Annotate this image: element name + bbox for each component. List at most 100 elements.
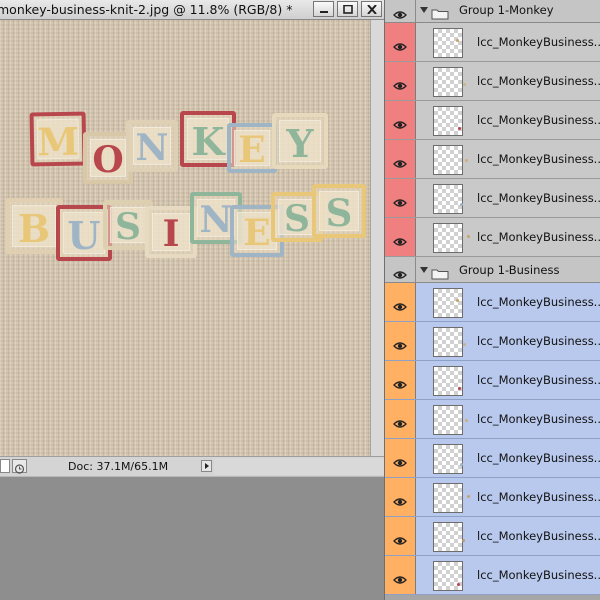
eye-icon bbox=[393, 492, 407, 511]
document-title-bar[interactable]: monkey-business-knit-2.jpg @ 11.8% (RGB/… bbox=[0, 0, 384, 20]
document-title: monkey-business-knit-2.jpg @ 11.8% (RGB/… bbox=[0, 2, 293, 17]
eye-icon bbox=[393, 115, 407, 134]
layer-thumbnail[interactable] bbox=[433, 145, 468, 175]
layer-row[interactable]: lcc_MonkeyBusiness... bbox=[385, 361, 600, 400]
visibility-toggle[interactable] bbox=[385, 23, 416, 61]
eye-icon bbox=[393, 232, 407, 251]
layer-row[interactable]: lcc_MonkeyBusiness... bbox=[385, 179, 600, 218]
layer-name: lcc_MonkeyBusiness... bbox=[477, 529, 600, 543]
layer-thumbnail[interactable] bbox=[433, 444, 463, 474]
layer-row[interactable]: lcc_MonkeyBusiness... bbox=[385, 218, 600, 257]
letter-block: S bbox=[312, 184, 366, 238]
eye-icon bbox=[393, 193, 407, 212]
eye-icon bbox=[393, 570, 407, 589]
layer-name: lcc_MonkeyBusiness... bbox=[477, 568, 600, 582]
layer-row[interactable]: lcc_MonkeyBusiness... bbox=[385, 556, 600, 595]
visibility-toggle[interactable] bbox=[385, 322, 416, 360]
expand-triangle-icon[interactable] bbox=[420, 267, 428, 273]
document-size-info: Doc: 37.1M/65.1M bbox=[68, 460, 169, 473]
image-canvas[interactable]: M O N K E Y B U S I N E S S bbox=[0, 20, 370, 456]
visibility-toggle[interactable] bbox=[385, 179, 416, 217]
eye-icon bbox=[393, 76, 407, 95]
layer-thumbnail[interactable] bbox=[433, 366, 463, 396]
layer-row[interactable]: lcc_MonkeyBusiness... bbox=[385, 140, 600, 179]
layer-thumbnail[interactable] bbox=[433, 405, 468, 435]
layer-thumbnail[interactable] bbox=[433, 28, 463, 58]
status-menu-arrow[interactable] bbox=[201, 460, 212, 472]
layer-thumbnail[interactable] bbox=[433, 483, 470, 513]
visibility-toggle[interactable] bbox=[385, 0, 416, 22]
layer-thumbnail[interactable] bbox=[433, 223, 470, 253]
layer-row[interactable]: lcc_MonkeyBusiness... bbox=[385, 62, 600, 101]
layer-name: lcc_MonkeyBusiness... bbox=[477, 334, 600, 348]
layer-thumbnail[interactable] bbox=[433, 106, 463, 136]
layer-name: lcc_MonkeyBusiness... bbox=[477, 230, 600, 244]
eye-icon bbox=[393, 414, 407, 433]
clock-icon bbox=[14, 464, 25, 474]
maximize-button[interactable] bbox=[337, 1, 358, 17]
layer-row[interactable]: lcc_MonkeyBusiness... bbox=[385, 400, 600, 439]
layer-name: lcc_MonkeyBusiness... bbox=[477, 152, 600, 166]
layer-thumbnail[interactable] bbox=[433, 288, 463, 318]
letter-block: N bbox=[126, 120, 178, 172]
visibility-toggle[interactable] bbox=[385, 478, 416, 516]
minimize-button[interactable] bbox=[313, 1, 334, 17]
visibility-toggle[interactable] bbox=[385, 439, 416, 477]
visibility-toggle[interactable] bbox=[385, 361, 416, 399]
document-window: monkey-business-knit-2.jpg @ 11.8% (RGB/… bbox=[0, 0, 384, 477]
block-letter: U bbox=[67, 213, 101, 258]
expand-triangle-icon[interactable] bbox=[420, 7, 428, 13]
visibility-toggle[interactable] bbox=[385, 517, 416, 555]
status-icon[interactable] bbox=[12, 459, 27, 474]
block-letter: S bbox=[325, 191, 353, 235]
visibility-toggle[interactable] bbox=[385, 400, 416, 438]
layer-thumbnail[interactable] bbox=[433, 67, 466, 97]
layer-group-row[interactable]: Group 1-Monkey bbox=[385, 0, 600, 23]
visibility-toggle[interactable] bbox=[385, 101, 416, 139]
eye-icon bbox=[393, 531, 407, 550]
letter-block: M bbox=[29, 111, 87, 167]
eye-icon bbox=[393, 265, 407, 284]
folder-icon bbox=[431, 5, 449, 24]
layer-name: lcc_MonkeyBusiness... bbox=[477, 490, 600, 504]
visibility-toggle[interactable] bbox=[385, 218, 416, 256]
layer-thumbnail[interactable] bbox=[433, 561, 463, 591]
layer-name: lcc_MonkeyBusiness... bbox=[477, 412, 600, 426]
block-letter: N bbox=[135, 127, 169, 169]
layer-name: lcc_MonkeyBusiness... bbox=[477, 451, 600, 465]
close-button[interactable] bbox=[361, 1, 382, 17]
block-letter: K bbox=[191, 119, 225, 164]
layer-row[interactable]: lcc_MonkeyBusiness... bbox=[385, 23, 600, 62]
visibility-toggle[interactable] bbox=[385, 257, 416, 282]
visibility-toggle[interactable] bbox=[385, 283, 416, 321]
layer-row[interactable]: lcc_MonkeyBusiness... bbox=[385, 478, 600, 517]
zoom-field[interactable] bbox=[0, 459, 10, 473]
layer-thumbnail[interactable] bbox=[433, 327, 466, 357]
visibility-toggle[interactable] bbox=[385, 62, 416, 100]
layer-row[interactable]: lcc_MonkeyBusiness... bbox=[385, 439, 600, 478]
layer-row[interactable]: lcc_MonkeyBusiness... bbox=[385, 517, 600, 556]
vertical-scrollbar[interactable] bbox=[370, 20, 384, 456]
eye-icon bbox=[393, 375, 407, 394]
layer-thumbnail[interactable] bbox=[433, 184, 463, 214]
layer-name: lcc_MonkeyBusiness... bbox=[477, 373, 600, 387]
layer-row[interactable]: lcc_MonkeyBusiness... bbox=[385, 322, 600, 361]
eye-icon bbox=[393, 297, 407, 316]
eye-icon bbox=[393, 453, 407, 472]
layer-thumbnail[interactable] bbox=[433, 522, 465, 552]
layer-name: lcc_MonkeyBusiness... bbox=[477, 113, 600, 127]
block-letter: I bbox=[162, 213, 180, 255]
group-name: Group 1-Business bbox=[459, 263, 560, 277]
layer-group-row[interactable]: Group 1-Business bbox=[385, 257, 600, 283]
block-letter: E bbox=[238, 129, 266, 171]
horizontal-scrollbar[interactable] bbox=[214, 458, 384, 475]
eye-icon bbox=[393, 154, 407, 173]
visibility-toggle[interactable] bbox=[385, 556, 416, 594]
layer-row[interactable]: lcc_MonkeyBusiness... bbox=[385, 101, 600, 140]
layers-panel: Group 1-Monkey lcc_MonkeyBusiness... lcc_M… bbox=[384, 0, 600, 600]
letter-block: Y bbox=[272, 113, 328, 169]
visibility-toggle[interactable] bbox=[385, 140, 416, 178]
layer-row[interactable]: lcc_MonkeyBusiness... bbox=[385, 283, 600, 322]
layer-name: lcc_MonkeyBusiness... bbox=[477, 191, 600, 205]
minimize-icon bbox=[320, 11, 328, 13]
